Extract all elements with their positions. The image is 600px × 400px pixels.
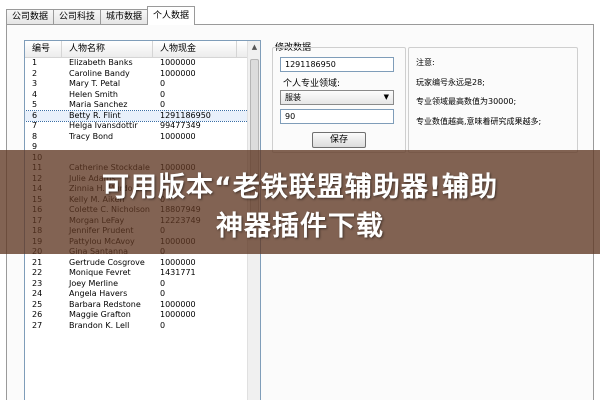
list-cell-cash: 1291186950 [160, 110, 211, 120]
list-cell-id: 21 [32, 257, 43, 267]
list-cell-id: 5 [32, 100, 38, 109]
note-line-1: 玩家编号永远是28; [416, 78, 485, 87]
list-row[interactable]: 7 Helga Ivansdottir 99477349 [25, 121, 260, 132]
tab-company-data[interactable]: 公司数据 [6, 9, 55, 25]
list-row[interactable]: 21 Gertrude Cosgrove 1000000 [25, 258, 260, 269]
list-row[interactable]: 23 Joey Merline 0 [25, 279, 260, 290]
tab-company-tech[interactable]: 公司科技 [53, 9, 102, 25]
save-button[interactable]: 保存 [312, 132, 366, 148]
list-cell-cash: 1000000 [160, 299, 196, 309]
list-cell-cash: 0 [160, 100, 166, 109]
list-row[interactable]: 22 Monique Fevret 1431771 [25, 268, 260, 279]
list-cell-id: 2 [32, 68, 38, 78]
list-row[interactable]: 25 Barbara Redstone 1000000 [25, 300, 260, 311]
note-line-3: 专业数值越高,意味着研究成果越多; [416, 117, 542, 126]
list-row[interactable]: 6 Betty R. Flint 1291186950 [25, 109, 260, 122]
list-cell-name: Helen Smith [69, 89, 118, 99]
list-cell-name: Maggie Grafton [69, 310, 131, 319]
list-cell-name: Angela Havers [69, 289, 128, 298]
list-cell-name: Caroline Bandy [69, 68, 130, 78]
tab-personal-data[interactable]: 个人数据 [147, 6, 196, 25]
list-cell-cash: 1000000 [160, 257, 196, 267]
list-cell-cash: 0 [160, 278, 166, 288]
list-cell-cash: 1000000 [160, 131, 196, 141]
list-header: 编号 人物名称 人物现金 [25, 41, 260, 58]
app-window: 公司数据 公司科技 城市数据 个人数据 编号 人物名称 人物现金 1 Elizab… [0, 0, 600, 400]
list-cell-cash: 0 [160, 79, 166, 88]
note-line-2: 专业领域最高数值为30000; [416, 97, 517, 106]
note-title: 注意: [416, 58, 435, 67]
field-select[interactable]: 服装 ▼ [280, 90, 394, 105]
list-row[interactable]: 2 Caroline Bandy 1000000 [25, 69, 260, 80]
field-label: 个人专业领域: [283, 79, 341, 89]
list-cell-name: Maria Sanchez [69, 100, 128, 109]
list-row[interactable]: 3 Mary T. Petal 0 [25, 79, 260, 90]
list-cell-cash: 99477349 [160, 121, 201, 130]
list-cell-name: Barbara Redstone [69, 299, 141, 309]
list-cell-id: 4 [32, 89, 38, 99]
list-cell-name: Tracy Bond [69, 131, 114, 141]
list-cell-id: 3 [32, 79, 38, 88]
banner-line-2: 神器插件下载 [216, 211, 384, 242]
field-select-value: 服装 [285, 93, 301, 102]
list-cell-name: Elizabeth Banks [69, 58, 133, 67]
list-cell-name: Helga Ivansdottir [69, 121, 138, 130]
list-cell-id: 7 [32, 121, 38, 130]
list-row[interactable]: 5 Maria Sanchez 0 [25, 100, 260, 111]
list-cell-id: 8 [32, 131, 38, 141]
list-cell-id: 22 [32, 268, 43, 277]
banner-line-1: 可用版本“老铁联盟辅助器!辅助 [101, 172, 499, 203]
list-cell-cash: 0 [160, 320, 166, 330]
list-row[interactable]: 1 Elizabeth Banks 1000000 [25, 58, 260, 69]
list-cell-id: 27 [32, 320, 43, 330]
scroll-up-icon[interactable]: ▲ [248, 41, 260, 54]
list-row[interactable]: 24 Angela Havers 0 [25, 289, 260, 300]
list-cell-cash: 1000000 [160, 68, 196, 78]
list-cell-name: Mary T. Petal [69, 79, 121, 88]
level-input[interactable]: 90 [280, 109, 394, 124]
column-header-cash[interactable]: 人物现金 [153, 41, 237, 57]
column-header-id[interactable]: 编号 [25, 41, 62, 57]
list-cell-id: 23 [32, 278, 43, 288]
list-cell-name: Monique Fevret [69, 268, 131, 277]
list-cell-id: 6 [32, 110, 38, 120]
tab-strip: 公司数据 公司科技 城市数据 个人数据 [6, 6, 196, 25]
list-cell-id: 26 [32, 310, 43, 319]
list-cell-name: Gertrude Cosgrove [69, 257, 145, 267]
list-row[interactable]: 8 Tracy Bond 1000000 [25, 132, 260, 143]
list-cell-cash: 0 [160, 289, 166, 298]
cash-input[interactable]: 1291186950 [280, 57, 394, 72]
chevron-down-icon: ▼ [383, 93, 389, 101]
list-row[interactable]: 26 Maggie Grafton 1000000 [25, 310, 260, 321]
list-cell-cash: 1431771 [160, 268, 196, 277]
list-cell-name: Joey Merline [69, 278, 119, 288]
list-cell-id: 1 [32, 58, 38, 67]
tab-city-data[interactable]: 城市数据 [100, 9, 149, 25]
list-cell-name: Brandon K. Lell [69, 320, 130, 330]
list-row[interactable]: 27 Brandon K. Lell 0 [25, 321, 260, 332]
list-cell-cash: 1000000 [160, 310, 196, 319]
list-cell-name: Betty R. Flint [69, 110, 121, 120]
list-cell-id: 25 [32, 299, 43, 309]
list-row[interactable]: 4 Helen Smith 0 [25, 90, 260, 101]
list-cell-cash: 1000000 [160, 58, 196, 67]
list-cell-cash: 0 [160, 89, 166, 99]
list-cell-id: 24 [32, 289, 43, 298]
column-header-name[interactable]: 人物名称 [62, 41, 153, 57]
